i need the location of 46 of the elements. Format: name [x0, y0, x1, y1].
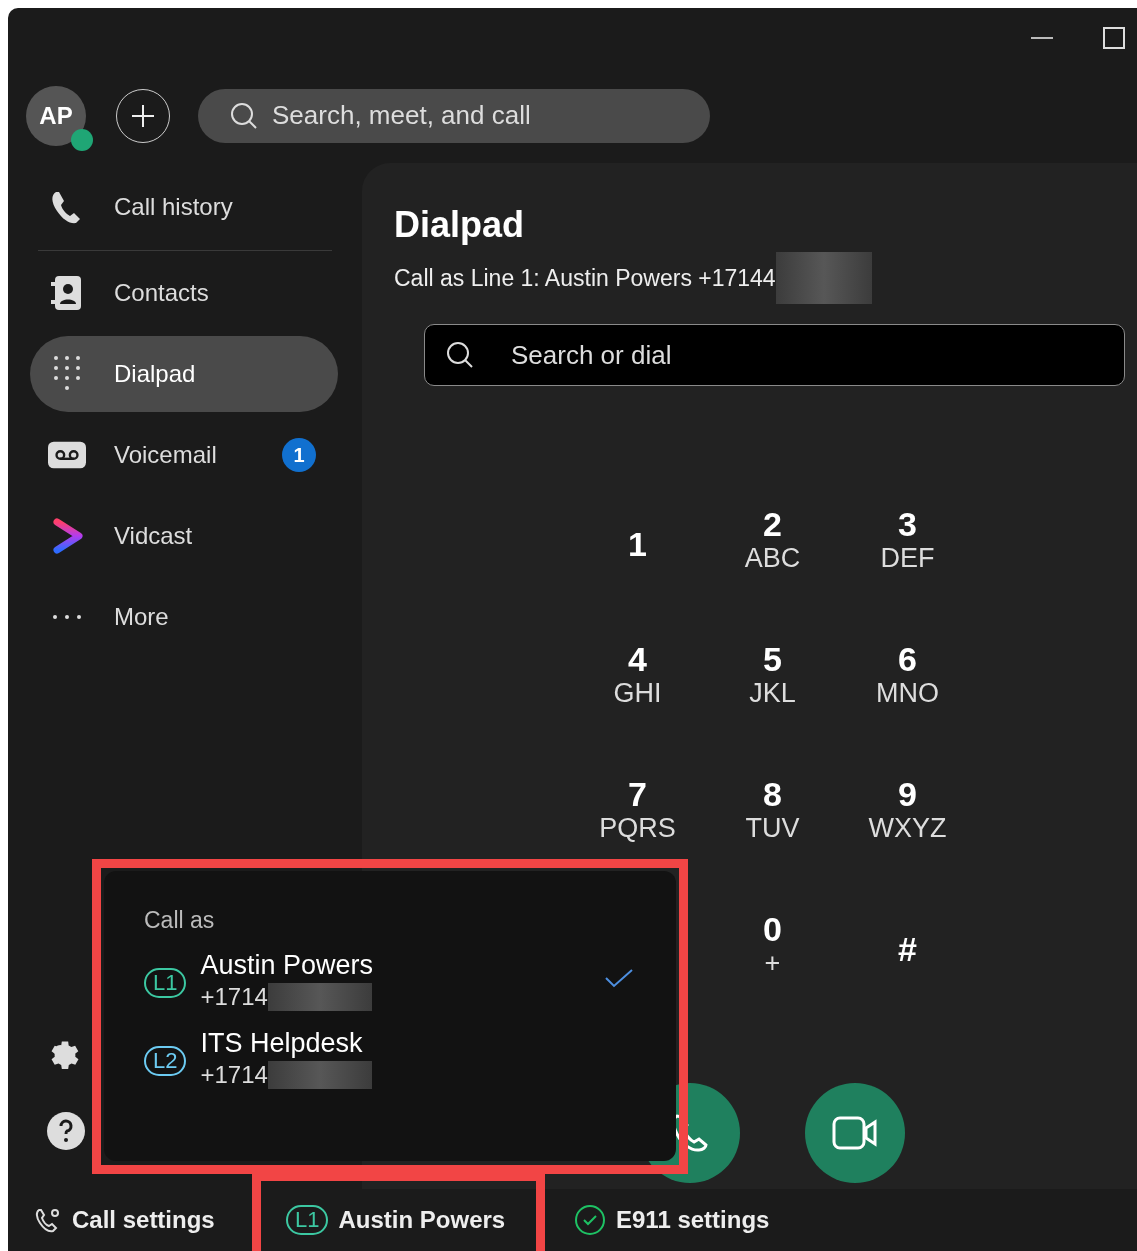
line-badge: L1: [144, 967, 187, 998]
contacts-icon: [51, 275, 83, 311]
dial-key[interactable]: 3 DEF: [840, 506, 975, 579]
search-field[interactable]: Search, meet, and call: [198, 88, 710, 143]
call-settings-button[interactable]: Call settings: [34, 1202, 264, 1238]
search-icon: [230, 101, 258, 130]
play-icon: [51, 518, 83, 554]
dial-key[interactable]: 8 TUV: [705, 776, 840, 849]
dial-key[interactable]: 4 GHI: [570, 641, 705, 714]
line-badge: L1: [286, 1205, 329, 1235]
phone-gear-icon: [34, 1206, 62, 1234]
line-name: ITS Helpdesk: [200, 1026, 364, 1060]
dial-field[interactable]: Search or dial: [424, 324, 1125, 387]
menu-title: Call as: [144, 906, 216, 935]
sidebar-item[interactable]: Call history: [30, 169, 338, 245]
plus-icon: [130, 102, 156, 129]
phone-number: +1714: [200, 981, 268, 1012]
phone-number: +1714: [200, 1059, 268, 1090]
dial-key[interactable]: 5 JKL: [705, 641, 840, 714]
search-icon: [446, 341, 474, 370]
sidebar-item[interactable]: Voicemail 1: [30, 417, 338, 493]
sidebar-item[interactable]: Dialpad: [30, 336, 338, 412]
dial-key[interactable]: 1: [570, 506, 705, 579]
line-selector[interactable]: L1 Austin Powers: [286, 1202, 536, 1238]
sidebar-item[interactable]: Vidcast: [30, 498, 338, 574]
presence-icon: [70, 127, 94, 152]
dial-key[interactable]: 9 WXYZ: [840, 776, 975, 849]
dial-key[interactable]: 2 ABC: [705, 506, 840, 579]
help-icon[interactable]: [46, 1111, 86, 1151]
page-title: Dialpad: [394, 203, 526, 247]
count-badge: 1: [282, 438, 316, 472]
sidebar-item[interactable]: More: [30, 579, 338, 655]
maximize-icon[interactable]: [1103, 27, 1125, 49]
dial-key[interactable]: 7 PQRS: [570, 776, 705, 849]
sidebar-item[interactable]: Contacts: [30, 255, 338, 331]
line-name: Austin Powers: [200, 948, 374, 982]
more-icon: [52, 614, 82, 620]
minimize-icon[interactable]: [1031, 36, 1053, 40]
avatar[interactable]: AP: [26, 85, 86, 146]
line-badge: L2: [144, 1045, 187, 1076]
dial-key[interactable]: 0 +: [705, 911, 840, 984]
voicemail-icon: [48, 441, 86, 469]
e911-settings-button[interactable]: E911 settings: [574, 1202, 770, 1238]
dial-key[interactable]: 6 MNO: [840, 641, 975, 714]
dial-key[interactable]: #: [840, 911, 975, 984]
call-as-line: Call as Line 1: Austin Powers +17144: [394, 263, 776, 293]
